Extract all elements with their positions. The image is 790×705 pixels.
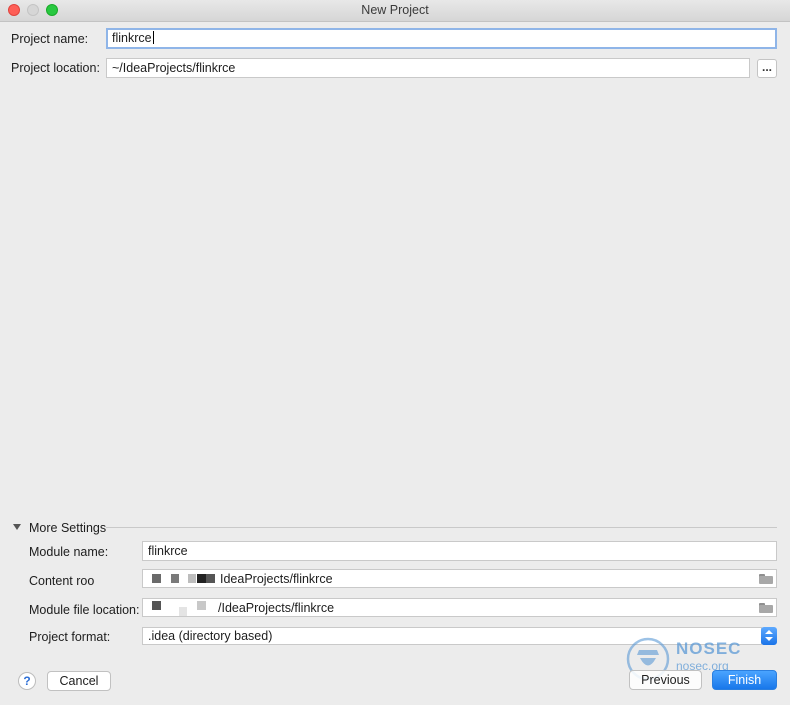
redaction-block — [171, 574, 179, 583]
redaction-block — [188, 574, 196, 583]
content-root-input[interactable]: IdeaProjects/flinkrce — [142, 569, 777, 588]
module-name-label: Module name: — [29, 545, 109, 559]
content-root-label: Content roo — [29, 574, 95, 588]
select-arrows-icon[interactable] — [761, 627, 777, 645]
project-location-value: ~/IdeaProjects/flinkrce — [112, 61, 236, 75]
redaction-block — [152, 574, 161, 583]
project-name-value: flinkrce — [112, 31, 152, 45]
redaction-block — [152, 601, 161, 610]
project-location-label: Project location: — [11, 61, 100, 75]
redaction-block — [197, 601, 206, 610]
project-name-label: Project name: — [11, 32, 89, 46]
project-location-input[interactable]: ~/IdeaProjects/flinkrce — [106, 58, 750, 78]
help-button[interactable]: ? — [18, 672, 36, 690]
module-name-input[interactable]: flinkrce — [142, 541, 777, 561]
folder-icon[interactable] — [759, 603, 773, 613]
title-bar: New Project — [0, 0, 790, 22]
maximize-window-icon[interactable] — [46, 4, 58, 16]
close-window-icon[interactable] — [8, 4, 20, 16]
minimize-window-icon[interactable] — [27, 4, 39, 16]
finish-button[interactable]: Finish — [712, 670, 777, 690]
content-root-value: IdeaProjects/flinkrce — [220, 572, 333, 586]
redaction-block — [197, 574, 206, 583]
module-file-location-input[interactable]: /IdeaProjects/flinkrce — [142, 598, 777, 617]
project-format-value: .idea (directory based) — [148, 629, 273, 643]
collapse-triangle-icon[interactable] — [13, 524, 21, 530]
module-name-value: flinkrce — [148, 544, 188, 558]
project-format-label: Project format: — [29, 630, 111, 644]
window-title: New Project — [361, 3, 429, 17]
redaction-block — [206, 574, 215, 583]
more-settings-toggle[interactable]: More Settings — [29, 521, 106, 535]
browse-location-button[interactable]: ... — [757, 59, 777, 78]
folder-icon[interactable] — [759, 574, 773, 584]
watermark-brand: NOSEC — [676, 639, 742, 658]
project-name-input[interactable]: flinkrce — [106, 28, 777, 49]
new-project-dialog: New Project Project name: flinkrce Proje… — [0, 0, 790, 705]
module-file-location-value: /IdeaProjects/flinkrce — [218, 601, 335, 615]
cancel-button[interactable]: Cancel — [47, 671, 111, 691]
previous-button[interactable]: Previous — [629, 670, 702, 690]
redaction-block — [179, 607, 187, 616]
module-file-location-label: Module file location: — [29, 603, 140, 617]
section-divider — [106, 527, 777, 528]
text-caret — [152, 31, 154, 44]
